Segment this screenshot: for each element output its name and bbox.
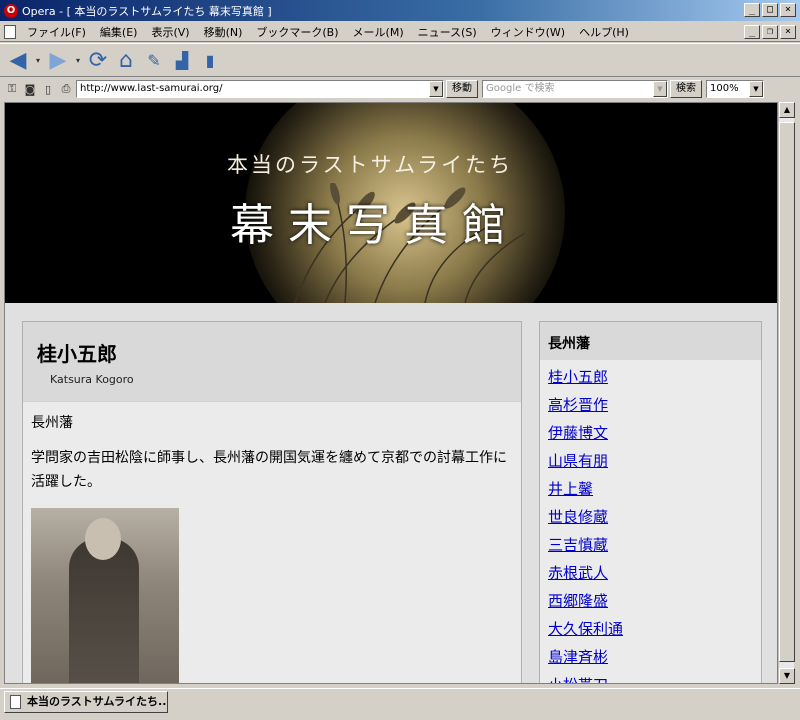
page-icon xyxy=(10,695,21,709)
page-tab-bar: 本当のラストサムライたち... xyxy=(0,688,800,720)
sidebar-link[interactable]: 大久保利通 xyxy=(548,616,761,644)
address-bar: ⚿ ◙ ▯ ⎙ http://www.last-samurai.org/ ▼ 移… xyxy=(0,78,800,100)
vertical-scrollbar[interactable]: ▲ ▼ xyxy=(778,102,795,684)
document-icon[interactable] xyxy=(4,24,16,39)
menu-navigate[interactable]: 移動(N) xyxy=(197,24,250,40)
navigation-toolbar: ◀ ▾ ▶ ▾ ⟳ ⌂ ✎ ▟ ▮ xyxy=(0,43,800,77)
search-dropdown-icon[interactable]: ▼ xyxy=(653,81,667,97)
profile-card: 桂小五郎 Katsura Kogoro 長州藩 学問家の吉田松陰に師事し、長州藩… xyxy=(22,321,522,683)
portrait-photo xyxy=(31,508,179,683)
forward-arrow-icon[interactable]: ▶ xyxy=(44,46,72,74)
menu-edit[interactable]: 編集(E) xyxy=(93,24,145,40)
back-history-dropdown[interactable]: ▾ xyxy=(32,46,44,74)
search-input[interactable]: Google で検索 ▼ xyxy=(482,80,668,98)
forward-history-dropdown[interactable]: ▾ xyxy=(72,46,84,74)
scroll-down-icon[interactable]: ▼ xyxy=(779,668,795,684)
print-icon[interactable]: ▟ xyxy=(168,46,196,74)
sidebar-link[interactable]: 三吉慎蔵 xyxy=(548,532,761,560)
page-tab-label: 本当のラストサムライたち... xyxy=(27,695,168,708)
sidebar-link[interactable]: 高杉晋作 xyxy=(548,392,761,420)
sidebar-heading: 長州藩 xyxy=(540,322,761,360)
profile-header: 桂小五郎 Katsura Kogoro xyxy=(23,322,521,402)
menu-view[interactable]: 表示(V) xyxy=(144,24,196,40)
page-viewport: 本当のラストサムライたち 幕末写真館 桂小五郎 Katsura Kogoro 長… xyxy=(4,102,778,684)
sidebar-link[interactable]: 島津斉彬 xyxy=(548,644,761,672)
person-description: 学問家の吉田松陰に師事し、長州藩の開国気運を纏めて京都での討幕工作に活躍した。 xyxy=(31,450,507,490)
back-arrow-icon[interactable]: ◀ xyxy=(4,46,32,74)
home-icon[interactable]: ⌂ xyxy=(112,46,140,74)
opera-logo-icon: O xyxy=(4,3,18,18)
zoom-select[interactable]: 100% ▼ xyxy=(706,80,764,98)
sidebar-link[interactable]: 赤根武人 xyxy=(548,560,761,588)
menu-window[interactable]: ウィンドウ(W) xyxy=(484,24,572,40)
menu-help[interactable]: ヘルプ(H) xyxy=(572,24,636,40)
window-title: Opera - [ 本当のラストサムライたち 幕末写真館 ] xyxy=(22,4,272,18)
url-text: http://www.last-samurai.org/ xyxy=(80,83,223,94)
sidebar-link[interactable]: 西郷隆盛 xyxy=(548,588,761,616)
minimize-button[interactable]: _ xyxy=(744,3,760,17)
mdi-close-button[interactable]: × xyxy=(780,25,796,39)
zoom-dropdown-icon[interactable]: ▼ xyxy=(749,81,763,97)
menu-news[interactable]: ニュース(S) xyxy=(411,24,484,40)
page-icon[interactable]: ▮ xyxy=(196,46,224,74)
banner-title: 幕末写真館 xyxy=(230,200,520,251)
menu-bookmarks[interactable]: ブックマーク(B) xyxy=(249,24,345,40)
search-placeholder: Google で検索 xyxy=(486,83,555,94)
scroll-thumb[interactable] xyxy=(779,122,795,662)
sidebar-links: 桂小五郎 高杉晋作 伊藤博文 山県有朋 井上馨 世良修蔵 三吉慎蔵 赤根武人 西… xyxy=(540,360,761,683)
site-banner: 本当のラストサムライたち 幕末写真館 xyxy=(5,103,777,303)
go-button[interactable]: 移動 xyxy=(446,80,478,98)
print-small-icon[interactable]: ⎙ xyxy=(58,81,74,97)
person-clan: 長州藩 xyxy=(31,415,73,431)
title-bar: O Opera - [ 本当のラストサムライたち 幕末写真館 ] _ □ × xyxy=(0,0,800,22)
close-button[interactable]: × xyxy=(780,3,796,17)
mdi-minimize-button[interactable]: _ xyxy=(744,25,760,39)
sidebar-link[interactable]: 山県有朋 xyxy=(548,448,761,476)
scroll-up-icon[interactable]: ▲ xyxy=(779,102,795,118)
sidebar-link[interactable]: 桂小五郎 xyxy=(548,364,761,392)
clan-sidebar: 長州藩 桂小五郎 高杉晋作 伊藤博文 山県有朋 井上馨 世良修蔵 三吉慎蔵 赤根… xyxy=(539,321,762,683)
url-input[interactable]: http://www.last-samurai.org/ ▼ xyxy=(76,80,444,98)
hotlist-icon[interactable]: ✎ xyxy=(140,46,168,74)
mdi-restore-button[interactable]: ❐ xyxy=(762,25,778,39)
sidebar-link[interactable]: 世良修蔵 xyxy=(548,504,761,532)
sidebar-link[interactable]: 小松帯刀 xyxy=(548,672,761,683)
sidebar-link[interactable]: 伊藤博文 xyxy=(548,420,761,448)
banner-subtitle: 本当のラストサムライたち xyxy=(227,153,514,177)
url-dropdown-icon[interactable]: ▼ xyxy=(429,81,443,97)
menu-file[interactable]: ファイル(F) xyxy=(20,24,93,40)
menu-bar: ファイル(F) 編集(E) 表示(V) 移動(N) ブックマーク(B) メール(… xyxy=(0,22,800,42)
camera-icon[interactable]: ◙ xyxy=(22,81,38,97)
menu-mail[interactable]: メール(M) xyxy=(346,24,411,40)
search-button[interactable]: 検索 xyxy=(670,80,702,98)
maximize-button[interactable]: □ xyxy=(762,3,778,17)
sidebar-link[interactable]: 井上馨 xyxy=(548,476,761,504)
portrait-head xyxy=(85,518,121,560)
reload-icon[interactable]: ⟳ xyxy=(84,46,112,74)
page-tab[interactable]: 本当のラストサムライたち... xyxy=(4,691,168,713)
zoom-value: 100% xyxy=(710,83,739,94)
person-romaji: Katsura Kogoro xyxy=(50,373,134,386)
lock-icon[interactable]: ⚿ xyxy=(4,81,20,97)
person-name: 桂小五郎 xyxy=(37,342,117,366)
new-page-icon[interactable]: ▯ xyxy=(40,81,56,97)
